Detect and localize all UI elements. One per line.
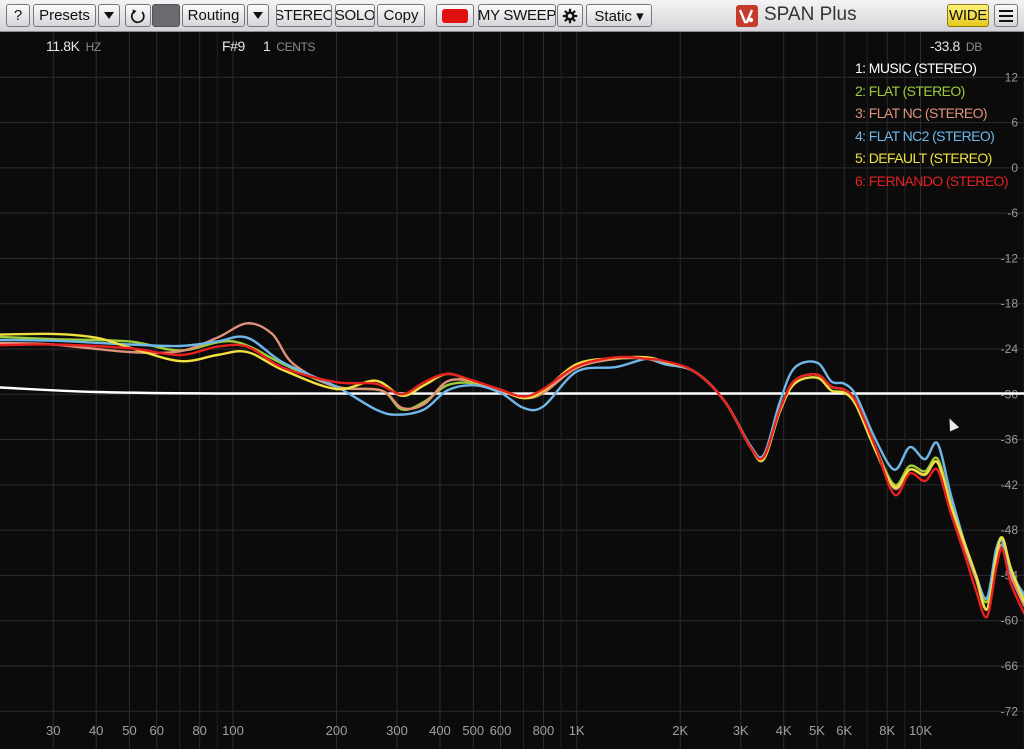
y-tick-label: -6 (1007, 206, 1018, 220)
x-tick-label: 500 (462, 723, 484, 738)
reset-button[interactable] (125, 4, 151, 27)
span-logo-icon (736, 5, 758, 27)
frequency-readout: 11.8K HZ (46, 38, 101, 54)
mode-dropdown[interactable]: Static ▾ (586, 4, 652, 27)
hamburger-menu-icon (999, 9, 1013, 22)
legend: 1: MUSIC (STEREO) 2: FLAT (STEREO) 3: FL… (855, 60, 1009, 196)
routing-button[interactable]: Routing (182, 4, 245, 27)
legend-item[interactable]: 5: DEFAULT (STEREO) (855, 150, 1008, 173)
series-lines (0, 322, 1024, 619)
y-tick-label: -12 (1001, 251, 1019, 265)
x-tick-label: 8K (879, 723, 895, 738)
x-tick-label: 600 (490, 723, 512, 738)
settings-button[interactable] (557, 4, 583, 27)
app-title: SPAN Plus (764, 4, 857, 25)
y-tick-label: -42 (1001, 478, 1019, 492)
x-tick-label: 300 (386, 723, 408, 738)
x-tick-label: 3K (733, 723, 749, 738)
presets-dropdown-button[interactable] (98, 4, 120, 27)
x-tick-label: 30 (46, 723, 60, 738)
y-tick-label: -18 (1001, 297, 1019, 311)
x-tick-label: 5K (809, 723, 825, 738)
level-unit: DB (965, 40, 982, 54)
cents-unit: CENTS (276, 40, 316, 54)
copy-button[interactable]: Copy (377, 4, 425, 27)
help-button[interactable]: ? (6, 4, 30, 27)
series-line-2 (0, 335, 1024, 604)
presets-button[interactable]: Presets (33, 4, 96, 27)
routing-dropdown-button[interactable] (247, 4, 269, 27)
frequency-unit: HZ (85, 40, 102, 54)
menu-button[interactable] (994, 4, 1018, 27)
legend-item[interactable]: 3: FLAT NC (STEREO) (855, 105, 1008, 128)
x-tick-label: 80 (192, 723, 206, 738)
y-tick-label: -48 (1001, 523, 1019, 537)
legend-item[interactable]: 4: FLAT NC2 (STEREO) (855, 128, 1008, 151)
y-tick-label: -36 (1001, 433, 1019, 447)
cents-readout: 1 CENTS (263, 38, 315, 54)
legend-item[interactable]: 1: MUSIC (STEREO) (855, 60, 1008, 83)
series-line-4 (0, 335, 1024, 600)
series-line-6 (0, 343, 1024, 619)
x-tick-label: 800 (533, 723, 555, 738)
series-line-5 (0, 332, 1024, 611)
x-tick-label: 10K (909, 723, 932, 738)
x-tick-label: 400 (429, 723, 451, 738)
x-tick-label: 50 (122, 723, 136, 738)
y-tick-label: -66 (1001, 659, 1019, 673)
frequency-value: 11.8K (46, 38, 80, 54)
x-tick-label: 100 (222, 723, 244, 738)
chevron-down-icon (253, 12, 263, 19)
undo-icon (130, 9, 145, 23)
record-color-button[interactable] (436, 4, 474, 27)
y-tick-label: -72 (1001, 704, 1019, 718)
x-axis-labels: 30 40 50 60 80 100 200 300 400 500 600 800 1K 2K 3K 4K 5… (46, 723, 932, 738)
toolbar: ? Presets Routing STEREO SOLO Copy MY SW… (0, 0, 1024, 32)
y-tick-label: 0 (1011, 161, 1018, 175)
solo-button[interactable]: SOLO (335, 4, 375, 27)
note-value: F#9 (222, 38, 245, 54)
compare-toggle-button[interactable] (152, 4, 180, 27)
level-value: -33.8 (930, 38, 960, 54)
sweep-selector[interactable]: MY SWEEP (478, 4, 556, 27)
x-tick-label: 2K (672, 723, 688, 738)
x-tick-label: 6K (836, 723, 852, 738)
legend-item[interactable]: 2: FLAT (STEREO) (855, 83, 1008, 106)
x-tick-label: 40 (89, 723, 103, 738)
record-color-swatch (442, 8, 468, 23)
note-readout: F#9 (222, 38, 245, 54)
x-tick-label: 200 (326, 723, 348, 738)
chevron-down-icon (104, 12, 114, 19)
x-tick-label: 1K (569, 723, 585, 738)
x-tick-label: 60 (149, 723, 163, 738)
cents-value: 1 (263, 38, 271, 54)
y-tick-label: -24 (1001, 342, 1019, 356)
gear-icon (562, 8, 578, 23)
level-readout: -33.8 DB (930, 38, 982, 54)
y-tick-label: 6 (1011, 116, 1018, 130)
series-line-3 (0, 322, 1024, 611)
x-tick-label: 4K (776, 723, 792, 738)
y-tick-label: -60 (1001, 614, 1019, 628)
legend-item[interactable]: 6: FERNANDO (STEREO) (855, 173, 1009, 196)
stereo-button[interactable]: STEREO (276, 4, 332, 27)
wide-toggle-button[interactable]: WIDE (947, 4, 989, 27)
